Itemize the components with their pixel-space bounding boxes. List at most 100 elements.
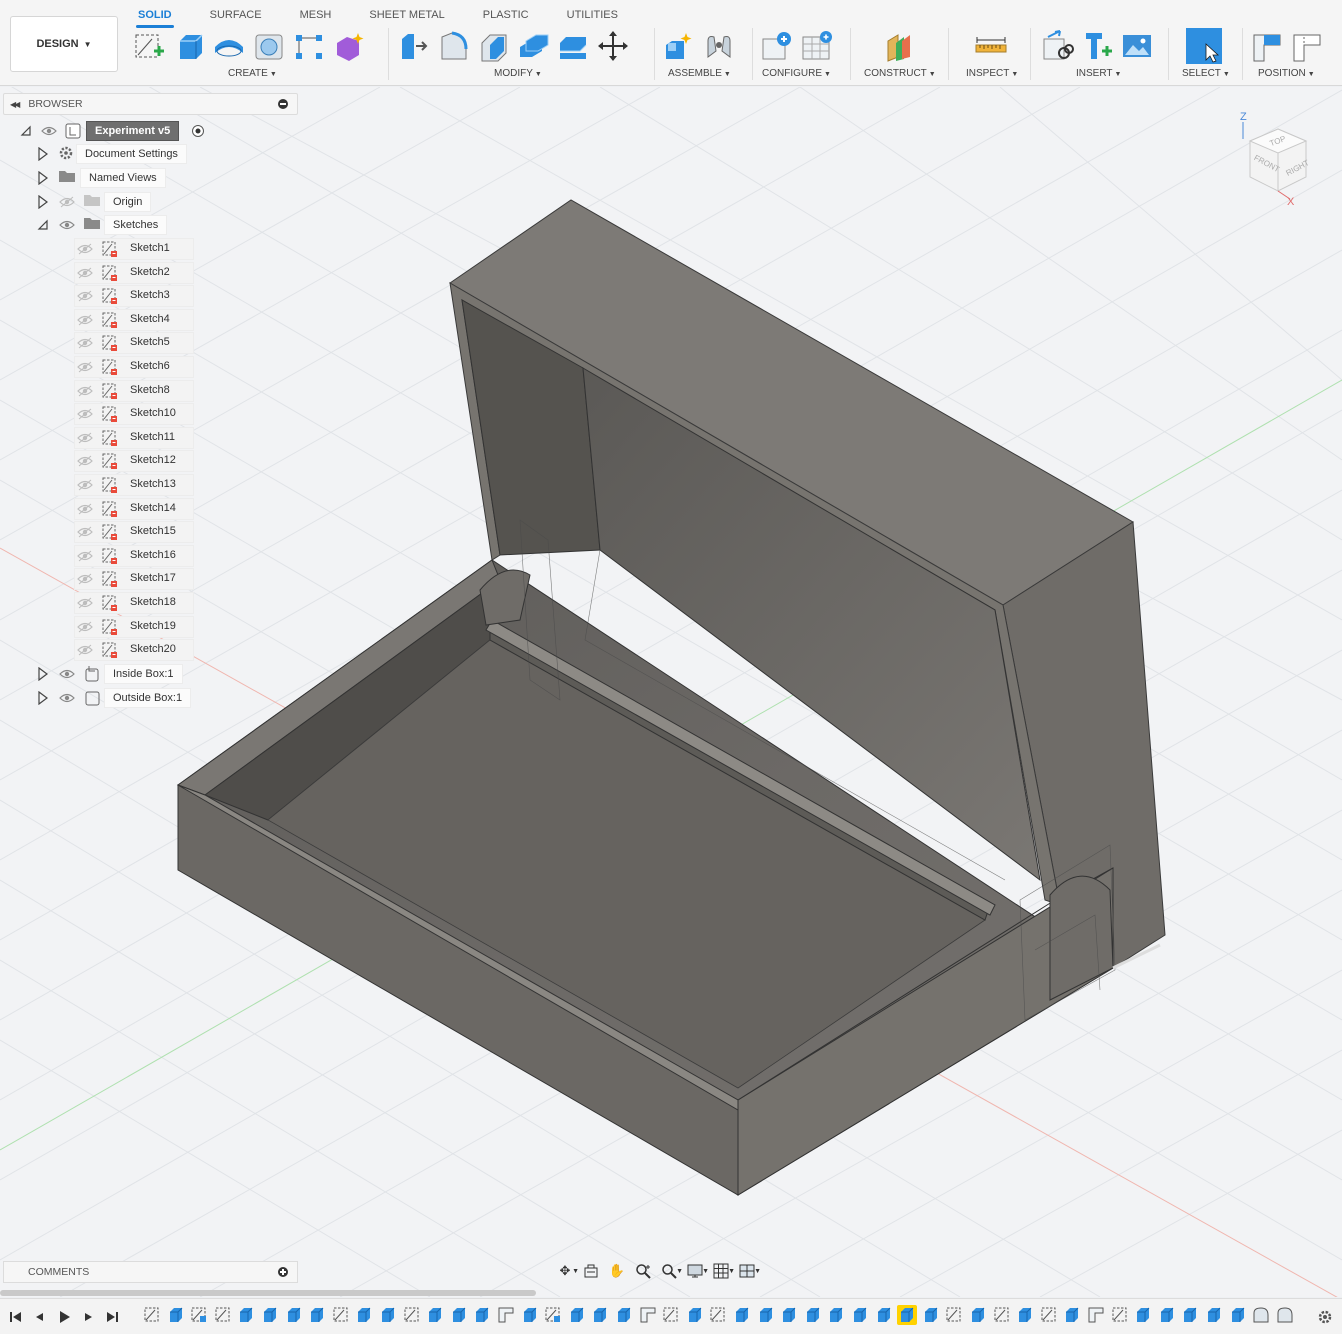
fit-zoom-icon[interactable]: ▼	[657, 1260, 683, 1282]
collapse-panel-icon[interactable]: ◀◀	[10, 100, 20, 109]
create-menu-label[interactable]: CREATE ▼	[228, 68, 277, 79]
workspace-switcher-button[interactable]: DESIGN ▼	[10, 16, 118, 72]
visibility-eye-icon[interactable]	[77, 479, 93, 491]
offset-plane-icon[interactable]	[882, 29, 916, 63]
select-icon[interactable]	[1186, 28, 1222, 64]
visibility-eye-icon[interactable]	[77, 361, 93, 373]
timeline-sketch-feature-icon[interactable]	[402, 1305, 422, 1325]
timeline-scrollbar[interactable]	[0, 1290, 536, 1296]
timeline-extrude-feature-icon[interactable]	[472, 1305, 492, 1325]
timeline-plane-feature-icon[interactable]	[496, 1305, 516, 1325]
visibility-eye-icon[interactable]	[77, 573, 93, 585]
timeline-extrude-feature-icon[interactable]	[756, 1305, 776, 1325]
timeline-sketch-feature-icon[interactable]	[1110, 1305, 1130, 1325]
activate-radio-icon[interactable]	[191, 124, 205, 141]
inspect-menu-label[interactable]: INSPECT ▼	[966, 68, 1018, 79]
timeline-sketch-feature-icon[interactable]	[189, 1305, 209, 1325]
form-icon[interactable]	[332, 29, 366, 63]
grid-snaps-icon[interactable]: ▼	[709, 1260, 735, 1282]
insert-derive-icon[interactable]	[1040, 29, 1074, 63]
visibility-eye-icon[interactable]	[77, 644, 93, 656]
visibility-eye-icon[interactable]	[59, 692, 75, 704]
tab-sheet-metal[interactable]: SHEET METAL	[359, 6, 454, 24]
timeline-extrude-feature-icon[interactable]	[260, 1305, 280, 1325]
timeline-extrude-feature-icon[interactable]	[1015, 1305, 1035, 1325]
visibility-eye-icon[interactable]	[41, 125, 57, 137]
timeline-sketch-feature-icon[interactable]	[213, 1305, 233, 1325]
visibility-eye-icon[interactable]	[59, 668, 75, 680]
visibility-eye-icon[interactable]	[59, 196, 75, 208]
visibility-eye-icon[interactable]	[77, 503, 93, 515]
insert-canvas-icon[interactable]	[1120, 29, 1154, 63]
visibility-eye-icon[interactable]	[77, 337, 93, 349]
3d-viewport[interactable]	[0, 87, 1342, 1297]
create-sketch-icon[interactable]	[132, 29, 166, 63]
timeline-plane-feature-icon[interactable]	[638, 1305, 658, 1325]
timeline-extrude-feature-icon[interactable]	[449, 1305, 469, 1325]
visibility-eye-icon[interactable]	[77, 621, 93, 633]
go-to-start-icon[interactable]	[8, 1309, 24, 1325]
expand-arrow-icon[interactable]	[37, 171, 49, 185]
pan-hand-icon[interactable]: ✋	[605, 1260, 629, 1282]
expand-arrow-icon[interactable]	[37, 195, 49, 209]
rectangular-pattern-icon[interactable]	[292, 29, 326, 63]
timeline-extrude-feature-icon[interactable]	[968, 1305, 988, 1325]
step-back-icon[interactable]	[32, 1309, 48, 1325]
capture-position-icon[interactable]	[1250, 29, 1284, 63]
configure-menu-label[interactable]: CONFIGURE ▼	[762, 68, 831, 79]
step-forward-icon[interactable]	[80, 1309, 96, 1325]
timeline-extrude-feature-icon[interactable]	[307, 1305, 327, 1325]
timeline-extrude-feature-icon[interactable]	[1180, 1305, 1200, 1325]
visibility-eye-icon[interactable]	[77, 243, 93, 255]
visibility-eye-icon[interactable]	[77, 314, 93, 326]
timeline-settings-gear-icon[interactable]	[1316, 1308, 1334, 1326]
timeline-extrude-feature-icon[interactable]	[685, 1305, 705, 1325]
timeline-extrude-feature-icon[interactable]	[1133, 1305, 1153, 1325]
expand-arrow-icon[interactable]	[37, 667, 49, 681]
chamfer-icon[interactable]	[476, 29, 510, 63]
timeline-extrude-feature-icon[interactable]	[614, 1305, 634, 1325]
timeline-extrude-feature-icon[interactable]	[1204, 1305, 1224, 1325]
timeline-extrude-feature-icon[interactable]	[897, 1305, 918, 1325]
construct-menu-label[interactable]: CONSTRUCT ▼	[864, 68, 936, 79]
timeline-fillet-feature-icon[interactable]	[1251, 1305, 1271, 1325]
visibility-eye-icon[interactable]	[77, 267, 93, 279]
visibility-eye-icon[interactable]	[77, 408, 93, 420]
change-parameters-icon[interactable]	[760, 29, 794, 63]
collapse-arrow-icon[interactable]	[20, 124, 32, 138]
visibility-eye-icon[interactable]	[77, 385, 93, 397]
tab-mesh[interactable]: MESH	[290, 6, 342, 24]
revolve-icon[interactable]	[212, 29, 246, 63]
visibility-eye-icon[interactable]	[77, 290, 93, 302]
timeline-sketch-feature-icon[interactable]	[661, 1305, 681, 1325]
visibility-eye-icon[interactable]	[77, 432, 93, 444]
timeline-extrude-feature-icon[interactable]	[236, 1305, 256, 1325]
timeline-extrude-feature-icon[interactable]	[567, 1305, 587, 1325]
revert-position-icon[interactable]	[1290, 29, 1324, 63]
visibility-eye-icon[interactable]	[77, 455, 93, 467]
go-to-end-icon[interactable]	[104, 1309, 120, 1325]
modify-menu-label[interactable]: MODIFY ▼	[494, 68, 542, 79]
tab-surface[interactable]: SURFACE	[200, 6, 272, 24]
select-menu-label[interactable]: SELECT ▼	[1182, 68, 1230, 79]
viewcube[interactable]: Z TOP FRONT RIGHT X	[1234, 107, 1322, 208]
visibility-eye-icon[interactable]	[59, 219, 75, 231]
orbit-move-icon[interactable]: ✥ ▼	[553, 1260, 579, 1282]
hole-icon[interactable]	[252, 29, 286, 63]
extrude-icon[interactable]	[172, 29, 206, 63]
timeline-extrude-feature-icon[interactable]	[779, 1305, 799, 1325]
timeline-sketch-feature-icon[interactable]	[944, 1305, 964, 1325]
timeline-plane-feature-icon[interactable]	[1086, 1305, 1106, 1325]
timeline-sketch-feature-icon[interactable]	[142, 1305, 162, 1325]
timeline-extrude-feature-icon[interactable]	[803, 1305, 823, 1325]
visibility-eye-icon[interactable]	[77, 597, 93, 609]
timeline-extrude-feature-icon[interactable]	[850, 1305, 870, 1325]
timeline-extrude-feature-icon[interactable]	[1157, 1305, 1177, 1325]
press-pull-icon[interactable]	[396, 29, 430, 63]
timeline-extrude-feature-icon[interactable]	[166, 1305, 186, 1325]
shell-icon[interactable]	[516, 29, 550, 63]
comments-panel[interactable]: COMMENTS	[3, 1261, 298, 1283]
timeline-extrude-feature-icon[interactable]	[520, 1305, 540, 1325]
visibility-eye-icon[interactable]	[77, 526, 93, 538]
measure-icon[interactable]	[974, 29, 1008, 63]
